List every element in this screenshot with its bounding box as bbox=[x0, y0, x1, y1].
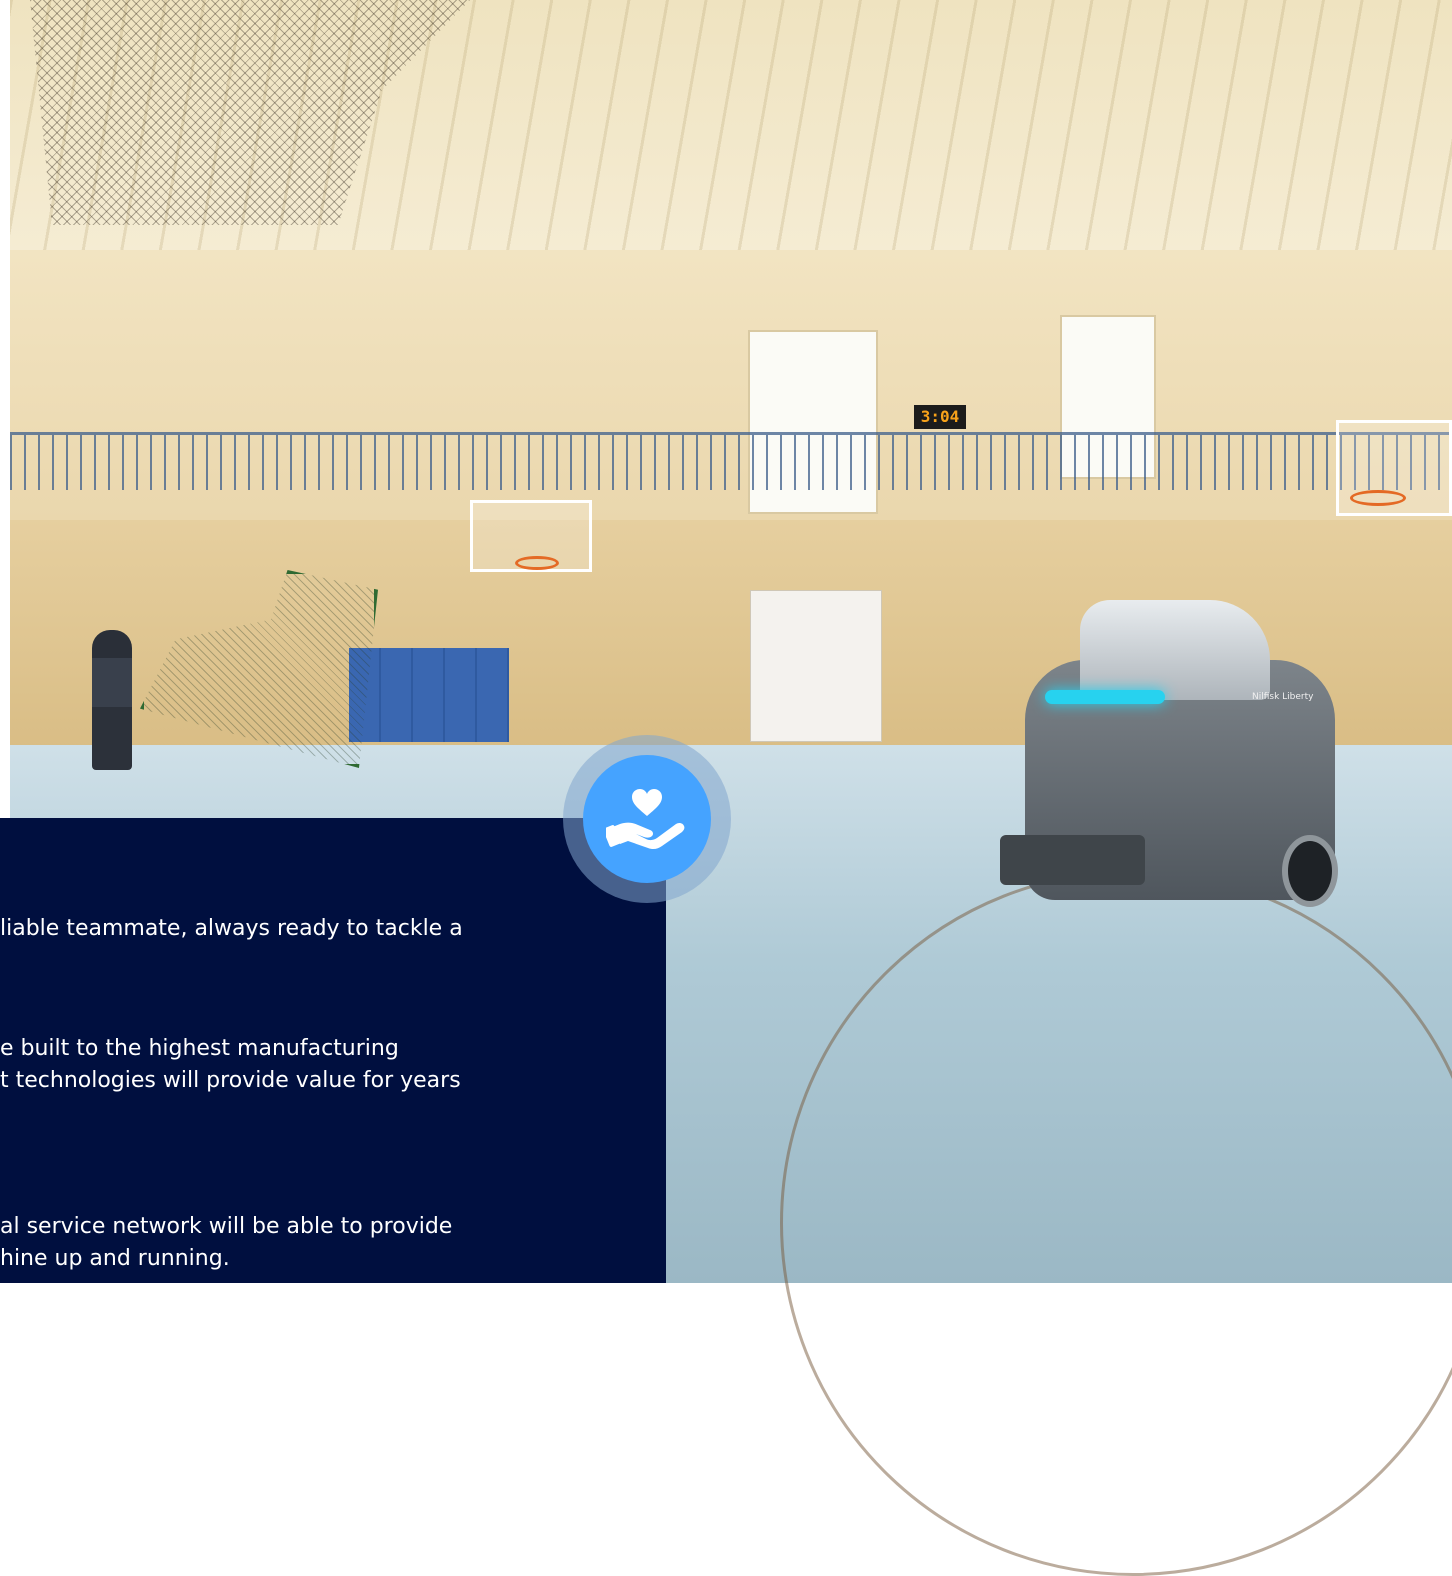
robot-wheel bbox=[1282, 835, 1338, 907]
panel-line: liable teammate, always ready to tackle … bbox=[0, 916, 463, 941]
hand-heart-icon bbox=[583, 755, 711, 883]
hand-heart-icon-svg bbox=[606, 789, 685, 850]
panel-line: al service network will be able to provi… bbox=[0, 1214, 453, 1239]
left-white-strip bbox=[0, 0, 10, 818]
panel-paragraph-1: liable teammate, always ready to tackle … bbox=[0, 913, 463, 945]
robot-top bbox=[1080, 600, 1270, 700]
balcony-railing bbox=[10, 432, 1452, 490]
panel-line: t technologies will provide value for ye… bbox=[0, 1068, 461, 1093]
feature-text-panel: liable teammate, always ready to tackle … bbox=[0, 818, 666, 1283]
person bbox=[92, 630, 132, 770]
panel-line: hine up and running. bbox=[0, 1246, 230, 1271]
panel-paragraph-2: e built to the highest manufacturing t t… bbox=[0, 1033, 461, 1097]
gym-door bbox=[750, 590, 882, 742]
shot-clock: 3:04 bbox=[914, 405, 966, 429]
robot-bumper bbox=[1000, 835, 1145, 885]
cleaning-robot: Nilfisk Liberty bbox=[1000, 580, 1345, 915]
robot-brand-label: Nilfisk Liberty bbox=[1252, 692, 1314, 702]
basketball-rim bbox=[1350, 490, 1406, 506]
panel-paragraph-3: al service network will be able to provi… bbox=[0, 1211, 452, 1275]
court-line bbox=[780, 870, 1452, 1576]
wall-mats bbox=[349, 648, 509, 742]
basketball-rim bbox=[515, 556, 559, 570]
robot-led-strip bbox=[1045, 690, 1165, 704]
panel-line: e built to the highest manufacturing bbox=[0, 1036, 399, 1061]
